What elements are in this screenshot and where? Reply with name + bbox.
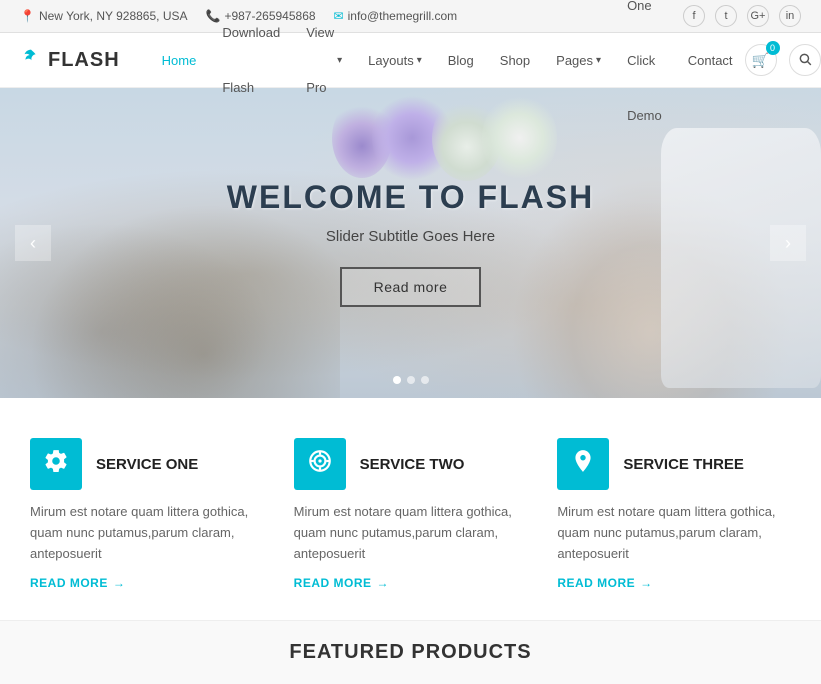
cart-badge: 0 [766, 41, 780, 55]
nav-home[interactable]: Home [150, 33, 209, 88]
nav-contact[interactable]: Contact [676, 33, 745, 88]
logo-icon [20, 46, 42, 74]
nav-right: 🛒 0 [745, 44, 821, 76]
service-3-icon-box [557, 438, 609, 490]
map-pin-icon [570, 448, 596, 480]
nav-download-flash[interactable]: Download Flash [210, 5, 292, 115]
hero-title: WELCOME TO FLASH [227, 179, 594, 216]
service-3-title: SERVICE THREE [623, 456, 744, 473]
nav-one-click-demo[interactable]: One Click Demo [615, 0, 674, 143]
arrow-icon: → [113, 576, 126, 590]
service-2-link[interactable]: READ MORE → [294, 576, 528, 590]
service-2-text: Mirum est notare quam littera gothica, q… [294, 502, 528, 564]
hero-dot-3[interactable] [421, 376, 429, 384]
hero-prev-button[interactable]: ‹ [15, 225, 51, 261]
nav-layouts[interactable]: Layouts ▾ [356, 33, 434, 88]
service-3-header: SERVICE THREE [557, 438, 791, 490]
chevron-down-icon: ▾ [596, 33, 601, 88]
cart-button[interactable]: 🛒 0 [745, 44, 777, 76]
service-1-link[interactable]: READ MORE → [30, 576, 264, 590]
featured-section-title: FEATURED PRODUCTS [0, 620, 821, 684]
nav-shop[interactable]: Shop [488, 33, 542, 88]
service-2-header: SERVICE TWO [294, 438, 528, 490]
nav-pages[interactable]: Pages ▾ [544, 33, 613, 88]
service-item-3: SERVICE THREE Mirum est notare quam litt… [557, 438, 791, 590]
search-icon [798, 52, 812, 69]
arrow-icon: → [377, 576, 390, 590]
gear-icon [43, 448, 69, 480]
social-googleplus[interactable]: G+ [747, 5, 769, 27]
logo-text: FLASH [48, 49, 120, 72]
service-item-1: SERVICE ONE Mirum est notare quam litter… [30, 438, 264, 590]
chevron-down-icon: ▾ [337, 33, 342, 88]
service-1-icon-box [30, 438, 82, 490]
search-button[interactable] [789, 44, 821, 76]
hero-dots [393, 376, 429, 384]
nav-view-pro[interactable]: View Pro ▾ [294, 5, 354, 115]
service-1-title: SERVICE ONE [96, 456, 198, 473]
location-icon: 📍 [20, 9, 35, 23]
service-2-icon-box [294, 438, 346, 490]
hero-dot-1[interactable] [393, 376, 401, 384]
nav-blog[interactable]: Blog [436, 33, 486, 88]
hero-dot-2[interactable] [407, 376, 415, 384]
arrow-icon: → [640, 576, 653, 590]
navbar: FLASH Home Download Flash View Pro ▾ Lay… [0, 33, 821, 88]
service-3-text: Mirum est notare quam littera gothica, q… [557, 502, 791, 564]
service-3-link[interactable]: READ MORE → [557, 576, 791, 590]
service-item-2: SERVICE TWO Mirum est notare quam litter… [294, 438, 528, 590]
service-2-title: SERVICE TWO [360, 456, 465, 473]
hero-next-button[interactable]: › [770, 225, 806, 261]
logo[interactable]: FLASH [20, 46, 120, 74]
chevron-down-icon: ▾ [417, 33, 422, 88]
service-1-text: Mirum est notare quam littera gothica, q… [30, 502, 264, 564]
social-linkedin[interactable]: in [779, 5, 801, 27]
nav-links: Home Download Flash View Pro ▾ Layouts ▾… [150, 0, 745, 143]
services-section: SERVICE ONE Mirum est notare quam litter… [0, 398, 821, 620]
target-icon [307, 448, 333, 480]
hero-cta-button[interactable]: Read more [340, 267, 482, 307]
hero-content: WELCOME TO FLASH Slider Subtitle Goes He… [227, 179, 594, 307]
service-1-header: SERVICE ONE [30, 438, 264, 490]
cart-icon: 🛒 [752, 52, 769, 69]
hero-subtitle: Slider Subtitle Goes Here [227, 228, 594, 245]
